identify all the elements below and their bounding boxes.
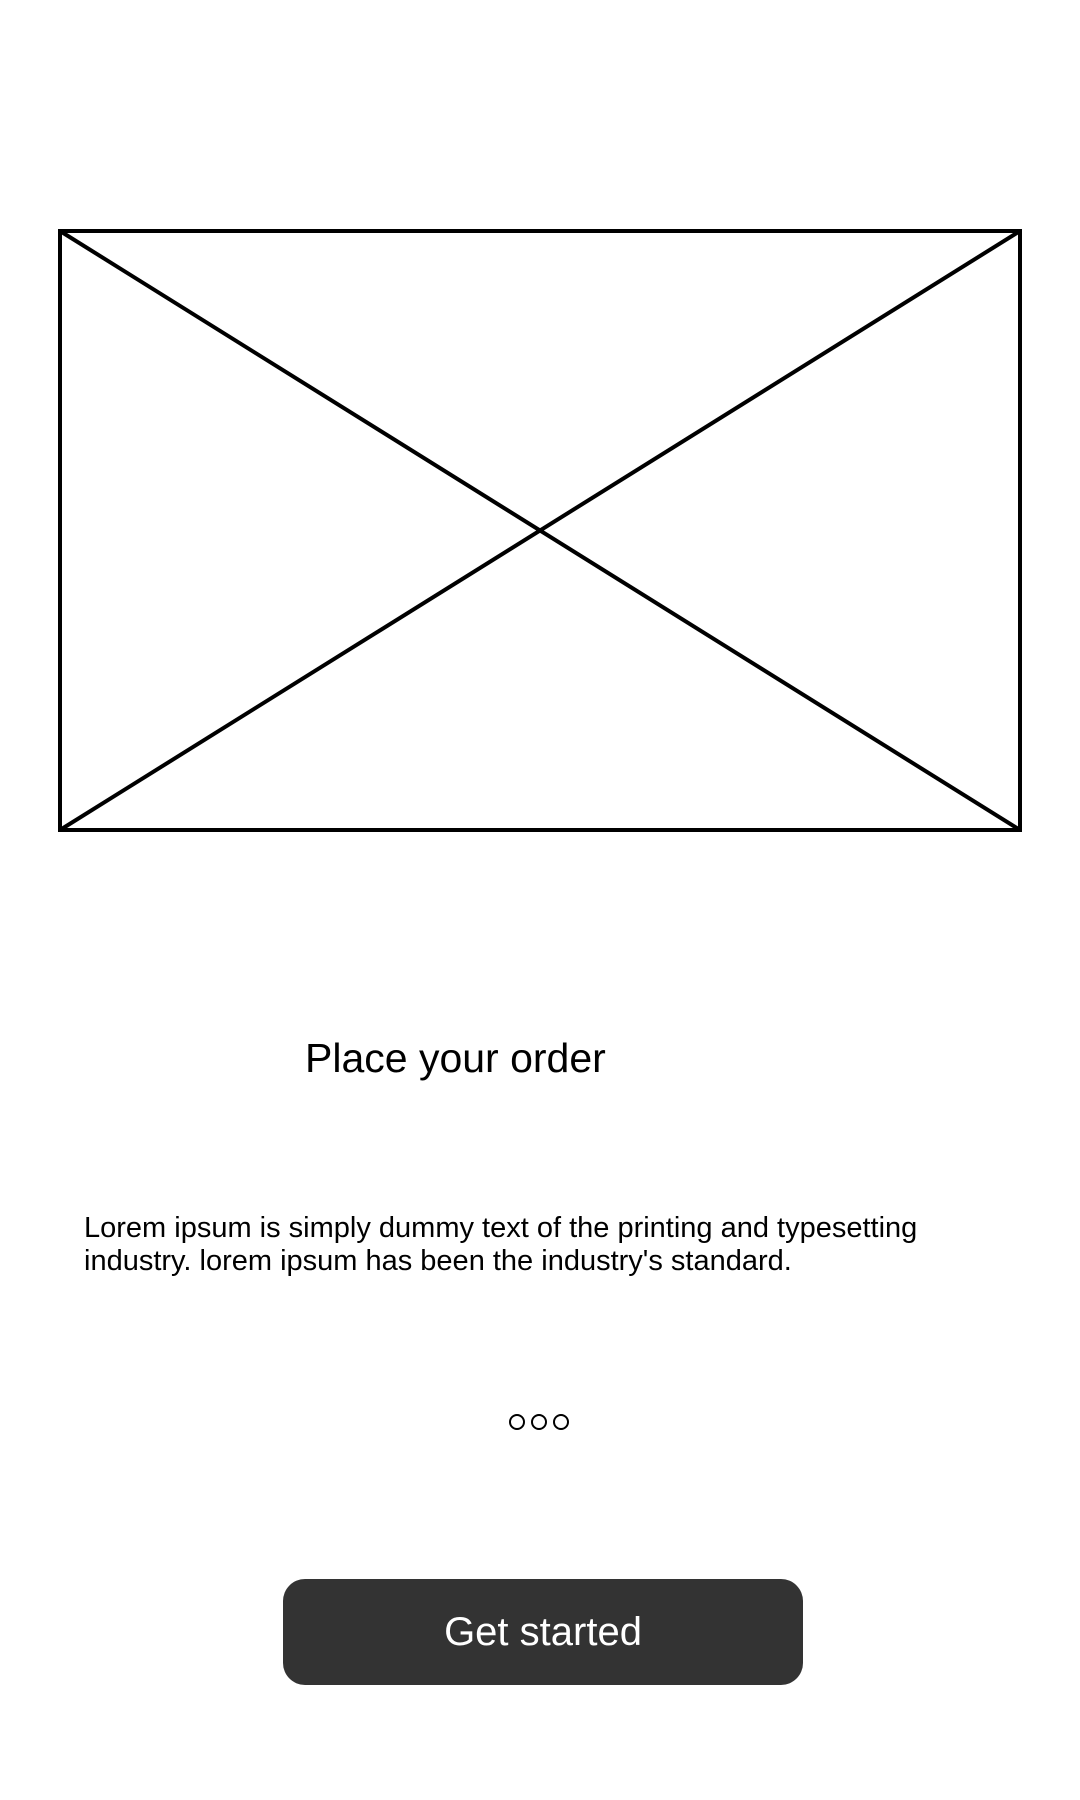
get-started-button[interactable]: Get started <box>283 1579 803 1685</box>
pager-dot-3[interactable] <box>553 1414 569 1430</box>
image-placeholder-icon <box>58 229 1022 832</box>
image-placeholder <box>58 229 1022 832</box>
pager-dot-2[interactable] <box>531 1414 547 1430</box>
page-title: Place your order <box>305 1035 606 1081</box>
pager-dot-1[interactable] <box>509 1414 525 1430</box>
description-text: Lorem ipsum is simply dummy text of the … <box>84 1212 918 1277</box>
pager-dots <box>509 1414 569 1430</box>
